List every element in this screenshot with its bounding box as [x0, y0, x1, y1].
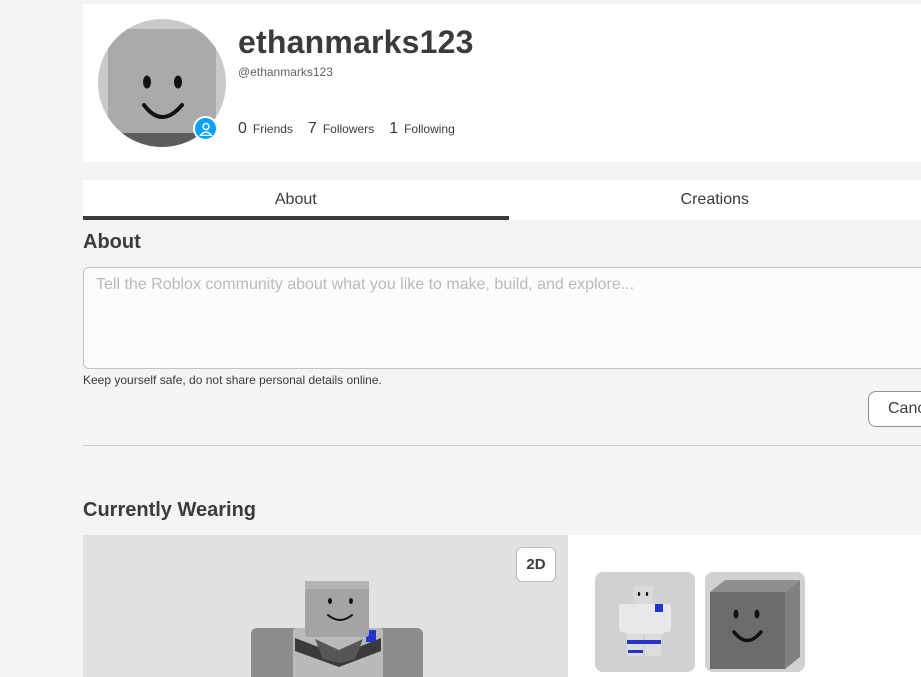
smile-face-item-icon [710, 580, 800, 669]
profile-page: ethanmarks123 @ethanmarks123 0 Friends 7… [0, 0, 921, 677]
profile-tabs: About Creations [83, 180, 921, 220]
friends-link[interactable]: 0 Friends [238, 120, 293, 138]
username-handle: @ethanmarks123 [238, 65, 333, 79]
wearing-items-panel [568, 535, 921, 677]
profile-header: ethanmarks123 @ethanmarks123 0 Friends 7… [83, 4, 921, 162]
tab-about[interactable]: About [83, 180, 509, 220]
safety-note: Keep yourself safe, do not share persona… [83, 373, 382, 387]
about-textarea[interactable] [83, 267, 921, 369]
wearing-item-face[interactable] [705, 572, 805, 672]
following-link[interactable]: 1 Following [389, 120, 455, 138]
friends-count: 0 [238, 120, 247, 137]
following-count: 1 [389, 120, 399, 137]
social-stats: 0 Friends 7 Followers 1 Following [238, 120, 455, 138]
followers-label: Followers [322, 122, 375, 136]
following-label: Following [404, 122, 455, 136]
tab-creations[interactable]: Creations [509, 180, 921, 220]
about-heading: About [83, 231, 141, 253]
currently-wearing-heading: Currently Wearing [83, 499, 256, 521]
friends-label: Friends [252, 122, 293, 136]
toggle-2d-button[interactable]: 2D [516, 547, 556, 582]
avatar-3d-viewer[interactable]: 2D [83, 535, 568, 677]
shirt-item-icon [619, 586, 671, 656]
presence-icon [193, 116, 218, 141]
display-name: ethanmarks123 [238, 24, 474, 60]
section-divider [83, 445, 921, 446]
followers-count: 7 [307, 120, 317, 137]
wearing-item-shirt[interactable] [595, 572, 695, 672]
cancel-button[interactable]: Cancel [868, 391, 921, 427]
avatar-figure [251, 581, 423, 677]
followers-link[interactable]: 7 Followers [308, 120, 374, 138]
